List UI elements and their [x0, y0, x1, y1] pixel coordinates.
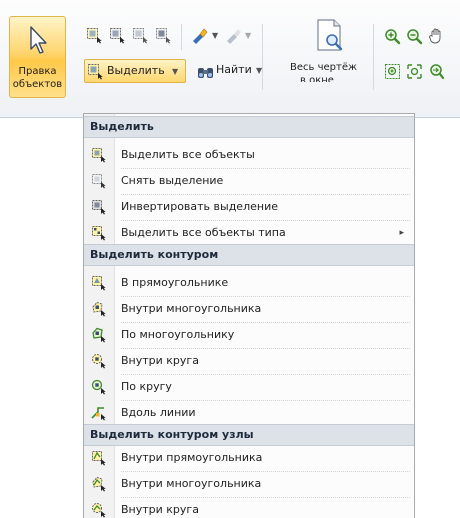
nodes-circle-icon [92, 503, 106, 518]
menu-item-nodes-inside-polygon[interactable]: Внутри многоугольника [84, 472, 414, 496]
binoculars-icon[interactable] [197, 63, 214, 80]
submenu-arrow-icon: ▸ [399, 228, 404, 238]
edit-objects-label-line1: Правка [18, 66, 57, 77]
paint-icon[interactable] [191, 27, 208, 44]
invert-selection-icon [92, 200, 106, 215]
menu-item-label: По кругу [121, 380, 172, 393]
whole-drawing-label-line2: в окне [300, 75, 334, 82]
paint-disabled-arrow-icon: ▼ [245, 31, 252, 40]
select-all-icon [92, 148, 106, 163]
select-dropdown-button[interactable]: Выделить ▼ [84, 59, 186, 83]
select-window-add-icon[interactable] [109, 27, 126, 44]
edit-objects-button[interactable]: Правка объектов [9, 16, 66, 98]
menu-item-select-all[interactable]: Выделить все объекты [84, 143, 414, 167]
select-dropdown-arrow-icon: ▼ [172, 67, 179, 76]
menu-item-nodes-inside-rectangle[interactable]: Внутри прямоугольника [84, 446, 414, 470]
menu-item-in-rectangle[interactable]: В прямоугольнике [84, 271, 414, 295]
menu-section-header-select-nodes: Выделить контуром узлы [84, 424, 414, 446]
cursor-icon [30, 26, 47, 54]
circle-inside-icon [92, 354, 106, 369]
menu-item-nodes-inside-circle[interactable]: Внутри круга [84, 498, 414, 518]
menu-item-inside-polygon[interactable]: Внутри многоугольника [84, 297, 414, 321]
menu-item-along-polygon[interactable]: По многоугольнику [84, 323, 414, 347]
menu-item-label: Внутри многоугольника [121, 477, 262, 490]
menu-section-header-select: Выделить [84, 116, 414, 138]
paint-disabled-icon [227, 29, 241, 44]
rect-select-icon [92, 276, 106, 291]
zoom-in-icon[interactable] [384, 28, 401, 45]
select-button-label: Выделить [107, 64, 165, 77]
whole-drawing-icon[interactable] [314, 18, 346, 54]
whole-drawing-label-line1: Весь чертёж [290, 62, 357, 73]
ribbon-divider [181, 24, 182, 50]
select-by-type-icon [92, 226, 106, 241]
menu-item-label: По многоугольнику [121, 328, 235, 341]
zoom-out-icon[interactable] [406, 28, 423, 45]
menu-section-header-select-by-contour: Выделить контуром [84, 244, 414, 266]
select-dropdown-menu: Выделить Выделить все объекты Снять выде… [83, 113, 415, 518]
ribbon-divider [373, 24, 374, 90]
menu-item-label: Выделить все объекты [121, 148, 255, 161]
nodes-polygon-icon [92, 476, 106, 492]
menu-item-label: Внутри многоугольника [121, 302, 262, 315]
menu-item-label: Вдоль линии [121, 406, 196, 419]
edit-objects-label-line2: объектов [12, 79, 63, 90]
menu-item-along-line[interactable]: Вдоль линии [84, 401, 414, 425]
ribbon-divider [262, 24, 263, 90]
polygon-inside-icon [92, 301, 106, 317]
nodes-rect-icon [92, 451, 106, 466]
polygon-along-icon [92, 327, 106, 343]
select-icon [88, 64, 103, 80]
zoom-extents-icon[interactable] [406, 63, 423, 80]
menu-item-label: Внутри прямоугольника [121, 451, 263, 464]
deselect-icon [92, 174, 106, 189]
find-button-label[interactable]: Найти [216, 63, 252, 77]
circle-along-icon [91, 379, 106, 395]
menu-item-label: В прямоугольнике [121, 276, 229, 289]
menu-item-deselect[interactable]: Снять выделение [84, 169, 414, 193]
along-line-icon [91, 407, 106, 421]
select-window-exclude-icon[interactable] [132, 27, 149, 44]
zoom-previous-icon[interactable] [428, 63, 445, 80]
menu-item-label: Внутри круга [121, 354, 199, 367]
menu-item-label: Инвертировать выделение [121, 200, 278, 213]
menu-item-along-circle[interactable]: По кругу [84, 375, 414, 399]
ribbon: Правка объектов ▼ ▼ Выделить ▼ Найти ▼ В… [0, 0, 460, 118]
find-dropdown-arrow-icon[interactable]: ▼ [256, 66, 262, 75]
zoom-window-icon[interactable] [384, 63, 401, 80]
menu-item-label: Внутри круга [121, 503, 199, 516]
menu-item-select-by-type[interactable]: Выделить все объекты типа ▸ [84, 221, 414, 245]
select-window-invert-icon[interactable] [155, 27, 172, 44]
pan-hand-icon[interactable] [428, 27, 445, 44]
select-window-icon[interactable] [86, 27, 103, 44]
menu-item-label: Снять выделение [121, 174, 224, 187]
menu-item-label: Выделить все объекты типа [121, 226, 286, 239]
paint-dropdown-arrow-icon[interactable]: ▼ [212, 31, 218, 40]
menu-item-inside-circle[interactable]: Внутри круга [84, 349, 414, 373]
menu-item-invert-selection[interactable]: Инвертировать выделение [84, 195, 414, 219]
